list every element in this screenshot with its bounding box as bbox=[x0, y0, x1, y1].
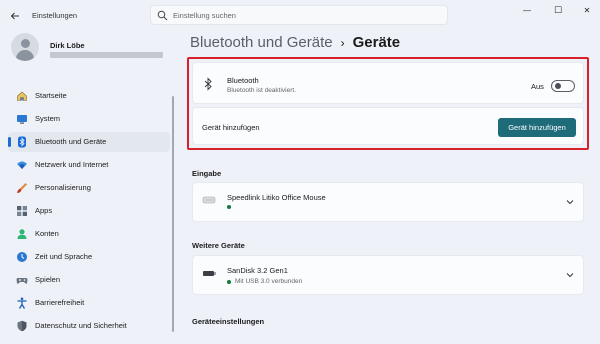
breadcrumb-parent[interactable]: Bluetooth und Geräte bbox=[190, 34, 333, 51]
close-button[interactable]: ✕ bbox=[572, 3, 600, 17]
usb-drive-icon bbox=[203, 271, 216, 276]
sidebar-item-system[interactable]: System bbox=[8, 109, 170, 129]
search-input[interactable] bbox=[173, 9, 433, 22]
apps-icon bbox=[17, 206, 27, 216]
device-card-sandisk[interactable]: SanDisk 3.2 Gen1 Mit USB 3.0 verbunden bbox=[192, 255, 584, 295]
breadcrumb: Bluetooth und Geräte › Geräte bbox=[190, 34, 400, 51]
active-indicator bbox=[8, 137, 11, 147]
chevron-down-icon[interactable] bbox=[565, 197, 575, 207]
status-dot bbox=[227, 279, 231, 284]
status-dot bbox=[227, 205, 231, 209]
shield-icon bbox=[17, 320, 27, 332]
account-icon bbox=[17, 229, 27, 239]
sidebar-item-label: Netzwerk und Internet bbox=[35, 160, 109, 169]
section-title-weitere-geraete: Weitere Geräte bbox=[192, 241, 245, 250]
app-title: Einstellungen bbox=[32, 11, 78, 20]
sidebar-item-barrierefreiheit[interactable]: Barrierefreiheit bbox=[8, 293, 170, 313]
sidebar-item-bluetooth[interactable]: Bluetooth und Geräte bbox=[8, 132, 170, 152]
sidebar-item-label: Personalisierung bbox=[35, 183, 91, 192]
device-name: SanDisk 3.2 Gen1 bbox=[227, 266, 288, 275]
device-name: Speedlink Litiko Office Mouse bbox=[227, 193, 326, 202]
system-icon bbox=[17, 115, 27, 124]
maximize-icon: ☐ bbox=[553, 4, 563, 15]
sidebar-item-datenschutz[interactable]: Datenschutz und Sicherheit bbox=[8, 316, 170, 336]
back-button[interactable] bbox=[8, 10, 22, 22]
sidebar-item-startseite[interactable]: Startseite bbox=[8, 86, 170, 106]
minimize-icon: — bbox=[523, 5, 531, 15]
device-status-text: Mit USB 3.0 verbunden bbox=[235, 278, 303, 285]
sidebar-item-label: Zeit und Sprache bbox=[35, 252, 93, 261]
sidebar-item-personalisierung[interactable]: Personalisierung bbox=[8, 178, 170, 198]
page-title: Geräte bbox=[352, 34, 401, 51]
gamepad-icon bbox=[16, 278, 28, 284]
wifi-icon bbox=[17, 161, 27, 169]
brush-icon bbox=[17, 183, 27, 193]
device-status: Mit USB 3.0 verbunden bbox=[227, 278, 302, 285]
accessibility-icon bbox=[17, 297, 27, 309]
mouse-icon bbox=[202, 196, 216, 204]
close-icon: ✕ bbox=[583, 5, 591, 15]
maximize-button[interactable]: ☐ bbox=[543, 3, 573, 17]
sidebar-item-label: Bluetooth und Geräte bbox=[35, 137, 107, 146]
sidebar-item-label: Startseite bbox=[35, 91, 67, 100]
section-title-geraeteeinstellungen: Geräteeinstellungen bbox=[192, 317, 265, 326]
sidebar-item-netzwerk[interactable]: Netzwerk und Internet bbox=[8, 155, 170, 175]
sidebar-item-label: Konten bbox=[35, 229, 59, 238]
device-status bbox=[227, 205, 235, 209]
back-arrow-icon bbox=[10, 12, 19, 20]
device-card-mouse[interactable]: Speedlink Litiko Office Mouse bbox=[192, 182, 584, 222]
profile-name: Dirk Löbe bbox=[50, 41, 85, 50]
sidebar-item-spielen[interactable]: Spielen bbox=[8, 270, 170, 290]
sidebar-item-apps[interactable]: Apps bbox=[8, 201, 170, 221]
bluetooth-icon bbox=[18, 136, 26, 148]
home-icon bbox=[17, 91, 27, 101]
search-box[interactable] bbox=[150, 5, 448, 25]
sidebar-item-label: Datenschutz und Sicherheit bbox=[35, 321, 127, 330]
minimize-button[interactable]: — bbox=[512, 3, 542, 17]
globe-clock-icon bbox=[17, 252, 27, 262]
section-title-eingabe: Eingabe bbox=[192, 169, 222, 178]
sidebar-item-konten[interactable]: Konten bbox=[8, 224, 170, 244]
title-bar: Einstellungen — ☐ ✕ bbox=[0, 0, 600, 32]
sidebar-item-label: Apps bbox=[35, 206, 53, 215]
sidebar-scrollbar[interactable] bbox=[172, 96, 174, 332]
breadcrumb-separator: › bbox=[340, 35, 345, 50]
sidebar-item-label: System bbox=[35, 114, 61, 123]
sidebar-item-label: Spielen bbox=[35, 275, 61, 284]
profile-email-redacted bbox=[50, 52, 163, 58]
chevron-down-icon[interactable] bbox=[565, 270, 575, 280]
sidebar-item-label: Barrierefreiheit bbox=[35, 298, 85, 307]
avatar[interactable] bbox=[11, 33, 39, 61]
sidebar-item-zeit[interactable]: Zeit und Sprache bbox=[8, 247, 170, 267]
highlight-frame bbox=[187, 57, 589, 150]
search-icon bbox=[157, 10, 168, 21]
